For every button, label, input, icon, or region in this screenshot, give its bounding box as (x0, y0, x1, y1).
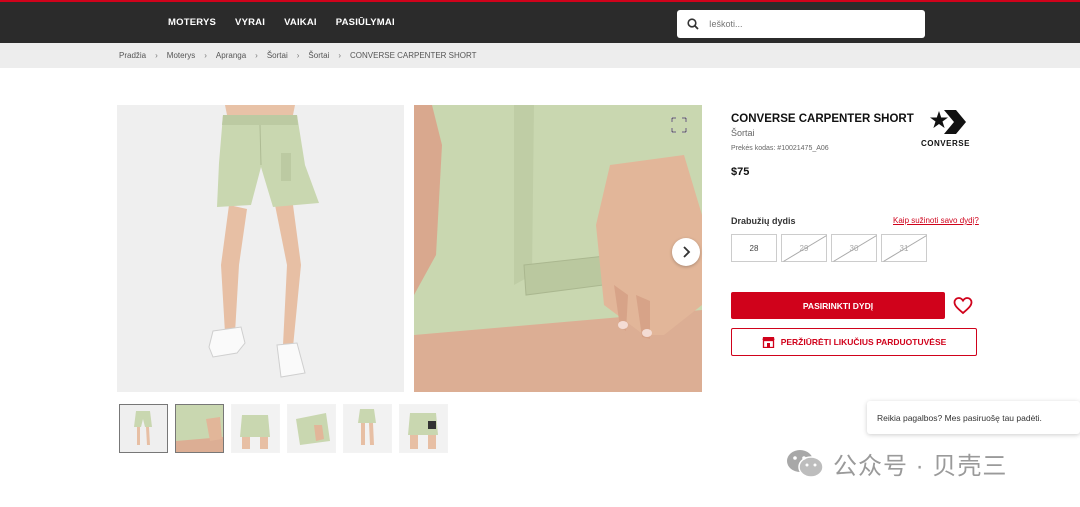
size-option-unavailable[interactable]: 29 (781, 234, 827, 262)
product-category: Šortai (731, 128, 755, 138)
breadcrumb-item[interactable]: Pradžia (119, 51, 146, 60)
size-option-unavailable[interactable]: 30 (831, 234, 877, 262)
chevron-right-icon: › (296, 51, 300, 60)
thumbnail[interactable] (175, 404, 224, 453)
nav-item-vyrai[interactable]: VYRAI (235, 17, 265, 28)
breadcrumb: Pradžia › Moterys › Apranga › Šortai › Š… (119, 51, 477, 60)
size-option-unavailable[interactable]: 31 (881, 234, 927, 262)
fullscreen-icon[interactable] (671, 117, 687, 133)
watermark-text: 公众号 · 贝壳三 (833, 453, 1008, 480)
check-store-stock-button[interactable]: PERŽIŪRĖTI LIKUČIUS PARDUOTUVĖSE (731, 328, 977, 356)
chevron-right-icon (683, 246, 691, 258)
brand-logo[interactable]: CONVERSE (918, 108, 980, 150)
nav-item-moterys[interactable]: MOTERYS (168, 17, 216, 28)
thumbnail[interactable] (231, 404, 280, 453)
breadcrumb-current: CONVERSE CARPENTER SHORT (350, 51, 477, 60)
chevron-right-icon: › (255, 51, 258, 60)
thumbnail-strip (119, 404, 455, 453)
top-header: MOTERYS VYRAI VAIKAI PASIŪLYMAI (0, 0, 1080, 43)
search-box (677, 10, 925, 38)
nav-item-pasiulymai[interactable]: PASIŪLYMAI (336, 17, 395, 28)
thumbnail[interactable] (343, 404, 392, 453)
watermark: 公众号 · 贝壳三 (785, 446, 1007, 481)
help-chat-bubble[interactable]: Reikia pagalbos? Mes pasiruošę tau padėt… (867, 401, 1080, 434)
thumbnail[interactable] (287, 404, 336, 453)
gallery-next-button[interactable] (672, 238, 700, 266)
converse-star-chevron-icon (930, 110, 966, 134)
check-store-stock-label: PERŽIŪRĖTI LIKUČIUS PARDUOTUVĖSE (780, 337, 947, 347)
thumbnail[interactable] (399, 404, 448, 453)
nav-item-vaikai[interactable]: VAIKAI (284, 17, 317, 28)
size-label: Drabužių dydis (731, 216, 796, 226)
thumbnail[interactable] (119, 404, 168, 453)
chevron-right-icon: › (338, 51, 341, 60)
breadcrumb-item[interactable]: Moterys (167, 51, 195, 60)
chevron-right-icon: › (155, 51, 158, 60)
product-price: $75 (731, 166, 750, 178)
size-selector: 28 29 30 31 (731, 234, 931, 262)
size-option[interactable]: 28 (731, 234, 777, 262)
chevron-right-icon: › (204, 51, 207, 60)
main-nav: MOTERYS VYRAI VAIKAI PASIŪLYMAI (168, 17, 414, 28)
product-code: Prekės kodas: #10021475_A06 (731, 145, 829, 152)
breadcrumb-item[interactable]: Šortai (267, 51, 288, 60)
wechat-icon (787, 449, 824, 478)
size-guide-link[interactable]: Kaip sužinoti savo dydį? (893, 216, 979, 225)
select-size-button[interactable]: PASIRINKTI DYDĮ (731, 292, 945, 319)
heart-icon[interactable] (953, 296, 973, 316)
product-image-detail[interactable] (414, 105, 702, 392)
breadcrumb-bar: Pradžia › Moterys › Apranga › Šortai › Š… (0, 43, 1080, 68)
breadcrumb-item[interactable]: Šortai (308, 51, 329, 60)
search-icon[interactable] (687, 18, 699, 30)
product-image-main[interactable] (117, 105, 404, 392)
search-input[interactable] (709, 15, 909, 33)
breadcrumb-item[interactable]: Apranga (216, 51, 246, 60)
brand-name: CONVERSE (921, 139, 970, 148)
store-icon (762, 337, 775, 348)
product-title: CONVERSE CARPENTER SHORT (731, 113, 914, 125)
